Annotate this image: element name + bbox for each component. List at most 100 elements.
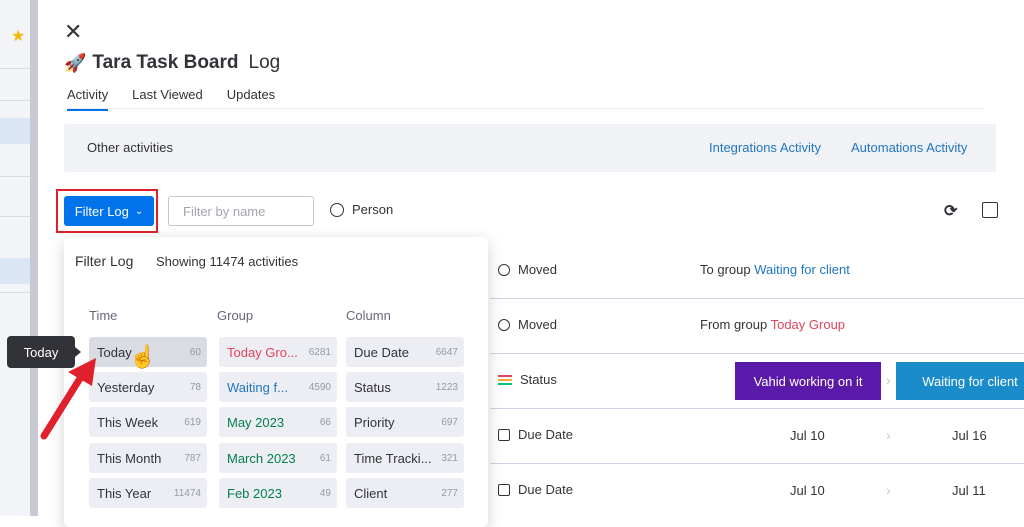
chevron-right-icon: › [886,427,891,443]
option-label: March 2023 [227,450,296,466]
option-label: May 2023 [227,414,285,430]
date-from: Jul 10 [790,428,825,443]
tabs-underline [67,108,984,109]
column-option-priority[interactable]: Priority 697 [346,407,464,437]
chevron-right-icon: › [886,482,891,498]
group-option-feb-2023[interactable]: Feb 2023 49 [219,478,337,508]
log-type-label: Moved [518,317,558,332]
automations-activity-link[interactable]: Automations Activity [851,140,967,155]
activity-log-panel: ✕ 🚀 Tara Task Board Log Activity Last Vi… [38,0,1024,527]
option-label: Client [354,485,388,501]
time-option-this-week[interactable]: This Week 619 [89,407,207,437]
option-count: 6647 [435,346,458,358]
log-type-label: Status [520,372,557,387]
log-row: Due Date Jul 10 › Jul 11 [490,464,1024,518]
option-count: 61 [319,452,331,464]
option-count: 60 [189,346,201,358]
status-from-pill: Vahid working on it [735,362,881,400]
activities-count: Showing 11474 activities [156,254,299,269]
close-icon[interactable]: ✕ [64,21,84,43]
page-title: 🚀 Tara Task Board Log [64,52,280,74]
log-detail: From group Today Group [700,317,845,332]
option-count: 1223 [435,381,458,393]
group-option-march-2023[interactable]: March 2023 61 [219,443,337,473]
column-option-due-date[interactable]: Due Date 6647 [346,337,464,367]
option-label: This Month [97,450,162,466]
option-label: Waiting f... [227,379,288,395]
log-group-link[interactable]: Waiting for client [754,262,850,277]
time-option-this-year[interactable]: This Year 11474 [89,478,207,508]
log-detail-prefix: To group [700,262,751,277]
log-type: Due Date [498,482,573,497]
filter-log-dropdown: Filter Log Showing 11474 activities Time… [64,237,488,527]
option-label: Status [354,379,391,395]
group-option-waiting[interactable]: Waiting f... 4590 [219,372,337,402]
log-group-link[interactable]: Today Group [771,317,845,332]
option-count: 78 [189,381,201,393]
log-type-label: Due Date [518,482,573,497]
other-activities-bar: Other activities Integrations Activity A… [64,124,996,172]
log-row: Status Vahid working on it › Waiting for… [490,354,1024,409]
option-count: 6281 [308,346,331,358]
log-row: Moved From group Today Group [490,299,1024,354]
option-count: 619 [184,416,201,428]
log-type-label: Due Date [518,427,573,442]
date-to: Jul 11 [952,483,986,498]
column-option-client[interactable]: Client 277 [346,478,464,508]
column-option-time-tracking[interactable]: Time Tracki... 321 [346,443,464,473]
strip-divider [0,100,30,101]
filter-log-button[interactable]: Filter Log ⌄ [64,196,154,226]
person-icon [330,202,344,217]
strip-divider [0,216,30,217]
log-detail: To group Waiting for client [700,262,850,277]
option-count: 49 [319,487,331,499]
strip-selected-row [0,118,30,144]
log-type: Status [498,372,557,387]
move-icon [498,263,510,276]
other-activities-label: Other activities [87,140,173,155]
export-icon[interactable] [982,202,998,218]
option-label: This Year [97,485,152,501]
column-option-status[interactable]: Status 1223 [346,372,464,402]
status-icon [498,374,512,385]
option-count: 277 [441,487,458,499]
red-arrow-annotation [40,358,96,440]
option-label: Priority [354,414,395,430]
group-option-may-2023[interactable]: May 2023 66 [219,407,337,437]
option-label: Yesterday [97,379,155,395]
chevron-down-icon: ⌄ [134,205,144,217]
time-option-yesterday[interactable]: Yesterday 78 [89,372,207,402]
option-label: Feb 2023 [227,485,282,501]
filter-by-name-input[interactable] [168,196,314,226]
option-label: This Week [97,414,159,430]
person-filter-button[interactable]: Person [330,202,393,217]
refresh-icon[interactable]: ⟳ [944,201,957,221]
time-option-this-month[interactable]: This Month 787 [89,443,207,473]
group-column-header: Group [217,308,254,323]
star-icon: ★ [11,28,26,45]
column-column-header: Column [346,308,391,323]
group-option-today-group[interactable]: Today Gro... 6281 [219,337,337,367]
dropdown-title: Filter Log [75,253,134,269]
hand-cursor-icon: ☝ [129,344,157,369]
option-label: Time Tracki... [354,450,432,466]
person-label: Person [352,202,394,217]
move-icon [498,318,510,331]
log-type: Moved [498,317,557,332]
strip-divider [0,176,30,177]
option-count: 321 [441,452,458,464]
integrations-activity-link[interactable]: Integrations Activity [709,140,821,155]
option-label: Today Gro... [227,344,298,360]
rocket-icon: 🚀 [64,52,87,73]
log-type: Due Date [498,427,573,442]
log-detail-prefix: From group [700,317,768,332]
log-type-label: Moved [518,262,558,277]
date-from: Jul 10 [790,483,825,498]
strip-divider [0,68,30,69]
log-type: Moved [498,262,557,277]
board-name: Tara Task Board [92,52,239,73]
filter-log-label: Filter Log [74,203,129,219]
option-count: 4590 [308,381,331,393]
calendar-icon [498,483,510,496]
date-to: Jul 16 [952,428,987,443]
